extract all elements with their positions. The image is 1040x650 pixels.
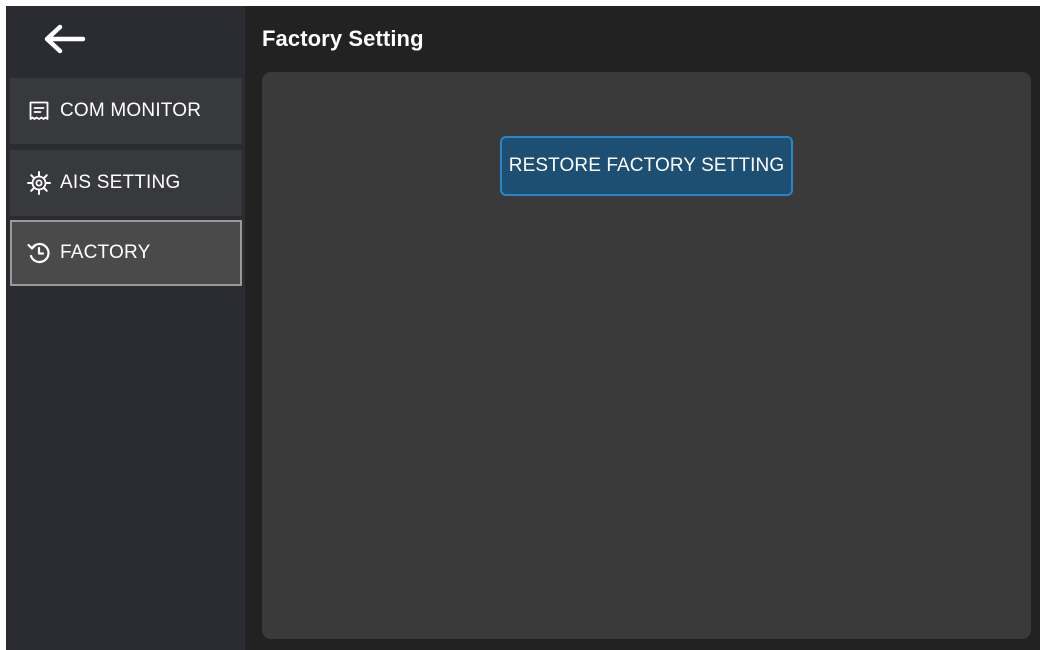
gear-icon: [26, 170, 52, 196]
app-window: COM MONITOR AIS SETTING FACTORY Factory …: [6, 6, 1040, 650]
sidebar-item-factory[interactable]: FACTORY: [10, 220, 242, 286]
arrow-left-icon: [44, 24, 86, 54]
sidebar-item-label: AIS SETTING: [60, 172, 181, 193]
factory-setting-panel: RESTORE FACTORY SETTING: [262, 72, 1031, 639]
sidebar-item-label: FACTORY: [60, 242, 151, 263]
restore-factory-setting-button[interactable]: RESTORE FACTORY SETTING: [500, 136, 793, 196]
receipt-icon: [26, 98, 52, 124]
back-button[interactable]: [6, 6, 245, 72]
sidebar-item-label: COM MONITOR: [60, 100, 202, 121]
history-icon: [26, 240, 52, 266]
sidebar-item-ais-setting[interactable]: AIS SETTING: [10, 150, 242, 216]
sidebar-item-com-monitor[interactable]: COM MONITOR: [10, 78, 242, 144]
page-title: Factory Setting: [262, 26, 424, 51]
sidebar: COM MONITOR AIS SETTING FACTORY: [6, 6, 245, 650]
